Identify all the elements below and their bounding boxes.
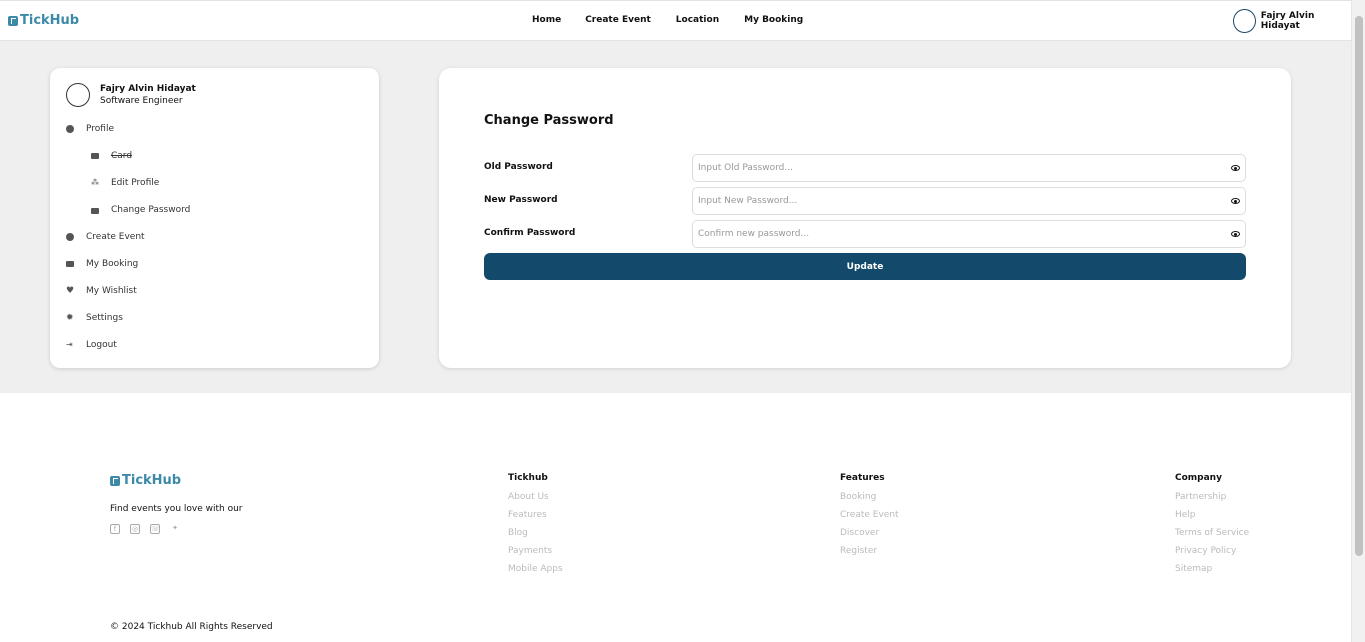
old-password-input[interactable]: [692, 154, 1246, 182]
sidebar-item-settings[interactable]: ✹ Settings: [66, 313, 123, 323]
brand-name: TickHub: [122, 473, 182, 488]
copyright: © 2024 Tickhub All Rights Reserved: [110, 622, 273, 632]
brand-logo[interactable]: TickHub: [8, 13, 79, 28]
sidebar-item-label: Profile: [86, 124, 114, 134]
change-password-card: Change Password Old Password New Passwor…: [439, 68, 1291, 368]
sidebar-item-my-wishlist[interactable]: ♥ My Wishlist: [66, 286, 137, 296]
user-edit-icon: ⁂: [91, 178, 99, 187]
footer-link[interactable]: Booking: [840, 492, 899, 502]
footer-link[interactable]: Blog: [508, 528, 563, 538]
sidebar-item-edit-profile[interactable]: ⁂ Edit Profile: [91, 178, 159, 188]
footer-link[interactable]: Sitemap: [1175, 564, 1249, 574]
sidebar-item-logout[interactable]: ⇥ Logout: [66, 340, 117, 350]
nav-create-event[interactable]: Create Event: [585, 15, 651, 25]
avatar: [1233, 9, 1256, 33]
ticket-icon: [8, 15, 18, 26]
sidebar-user-role: Software Engineer: [100, 96, 183, 106]
footer-link[interactable]: Privacy Policy: [1175, 546, 1249, 556]
top-header: TickHub Home Create Event Location My Bo…: [0, 0, 1351, 41]
footer-link[interactable]: Create Event: [840, 510, 899, 520]
page-title: Change Password: [484, 113, 614, 128]
whatsapp-icon[interactable]: ☏: [150, 524, 160, 534]
nav-my-booking[interactable]: My Booking: [744, 15, 803, 25]
footer-col-title: Features: [840, 473, 885, 483]
user-circle-icon: [66, 125, 74, 133]
footer-link[interactable]: Register: [840, 546, 899, 556]
instagram-icon[interactable]: ◎: [130, 524, 140, 534]
sidebar-item-label: Change Password: [111, 205, 191, 215]
sidebar-item-change-password[interactable]: Change Password: [91, 205, 190, 215]
plus-circle-icon: [66, 233, 74, 241]
footer-link[interactable]: Discover: [840, 528, 899, 538]
sidebar-item-profile[interactable]: Profile: [66, 124, 114, 134]
footer-col-company: Company Partnership Help Terms of Servic…: [1175, 473, 1249, 582]
sidebar-item-label: My Booking: [86, 259, 139, 269]
old-password-label: Old Password: [484, 162, 553, 172]
eye-icon[interactable]: [1231, 165, 1240, 171]
nav-location[interactable]: Location: [676, 15, 719, 25]
footer-col-title: Tickhub: [508, 473, 548, 483]
facebook-icon[interactable]: f: [110, 524, 120, 534]
sidebar-item-label: Card: [111, 151, 133, 161]
sidebar-user-name: Fajry Alvin Hidayat: [100, 84, 196, 94]
update-button[interactable]: Update: [484, 253, 1246, 280]
brand-name: TickHub: [20, 13, 80, 28]
sidebar-item-label: Create Event: [86, 232, 145, 242]
new-password-label: New Password: [484, 195, 558, 205]
social-links: f ◎ ☏ ✦: [110, 524, 180, 534]
sidebar-item-card[interactable]: Card: [91, 151, 132, 161]
footer-link[interactable]: Payments: [508, 546, 563, 556]
footer-link[interactable]: Help: [1175, 510, 1249, 520]
sidebar-item-label: Logout: [86, 340, 117, 350]
profile-sidebar: Fajry Alvin Hidayat Software Engineer Pr…: [50, 68, 379, 368]
sidebar-item-create-event[interactable]: Create Event: [66, 232, 145, 242]
lock-icon: [91, 208, 99, 214]
eye-icon[interactable]: [1231, 231, 1240, 237]
footer-link[interactable]: Features: [508, 510, 563, 520]
main-area: Fajry Alvin Hidayat Software Engineer Pr…: [0, 41, 1351, 393]
footer-col-features: Features Booking Create Event Discover R…: [840, 473, 899, 564]
footer-col-title: Company: [1175, 473, 1222, 483]
confirm-password-input[interactable]: [692, 220, 1246, 248]
sidebar-user: Fajry Alvin Hidayat Software Engineer: [66, 83, 196, 107]
twitter-icon[interactable]: ✦: [170, 524, 180, 534]
credit-card-icon: [91, 153, 99, 159]
new-password-input[interactable]: [692, 187, 1246, 215]
sidebar-item-label: Settings: [86, 313, 123, 323]
ticket-icon: [110, 475, 120, 486]
list-icon: [66, 261, 74, 267]
user-menu[interactable]: Fajry Alvin Hidayat: [1233, 9, 1351, 33]
avatar: [66, 83, 90, 107]
user-name: Fajry Alvin Hidayat: [1260, 11, 1315, 31]
nav-home[interactable]: Home: [532, 15, 561, 25]
scrollbar-thumb[interactable]: [1355, 16, 1363, 556]
main-nav: Home Create Event Location My Booking: [532, 15, 803, 25]
logout-icon: ⇥: [66, 340, 73, 349]
confirm-password-label: Confirm Password: [484, 228, 576, 238]
footer-link[interactable]: About Us: [508, 492, 563, 502]
footer-link[interactable]: Mobile Apps: [508, 564, 563, 574]
footer-logo[interactable]: TickHub: [110, 473, 181, 488]
sidebar-item-label: My Wishlist: [86, 286, 137, 296]
footer-col-tickhub: Tickhub About Us Features Blog Payments …: [508, 473, 563, 582]
gear-icon: ✹: [66, 313, 74, 323]
footer-tagline: Find events you love with our: [110, 504, 243, 514]
eye-icon[interactable]: [1231, 198, 1240, 204]
sidebar-item-my-booking[interactable]: My Booking: [66, 259, 138, 269]
page-scrollbar[interactable]: [1351, 0, 1365, 642]
footer-link[interactable]: Partnership: [1175, 492, 1249, 502]
heart-icon: ♥: [66, 286, 75, 296]
sidebar-item-label: Edit Profile: [111, 178, 160, 188]
footer-link[interactable]: Terms of Service: [1175, 528, 1249, 538]
